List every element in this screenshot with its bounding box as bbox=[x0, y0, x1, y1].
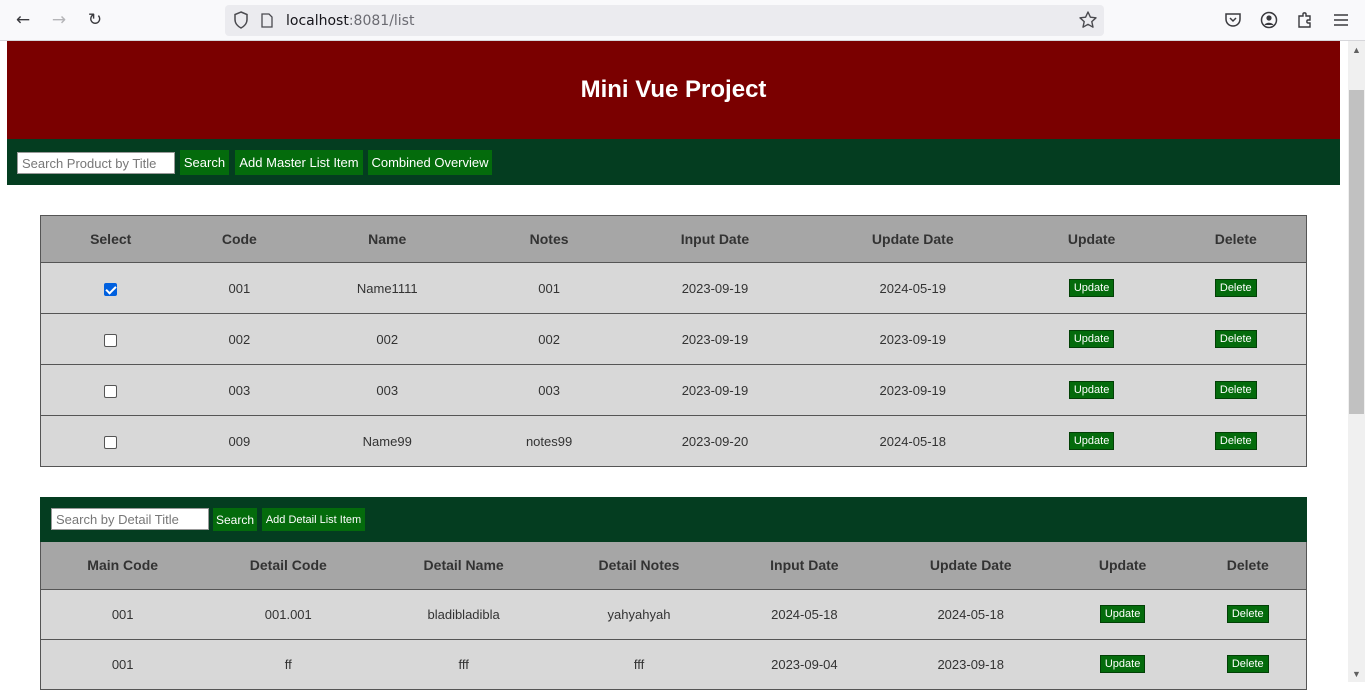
detail-search-button[interactable]: Search bbox=[213, 508, 257, 531]
column-header: Main Code bbox=[40, 542, 205, 590]
add-detail-item-button[interactable]: Add Detail List Item bbox=[262, 508, 365, 531]
detail-table-header: Main Code Detail Code Detail Name Detail… bbox=[40, 542, 1307, 590]
update-date-cell: 2024-05-19 bbox=[807, 262, 1018, 314]
detail-search-input[interactable] bbox=[51, 508, 209, 530]
column-header: Update bbox=[1017, 215, 1166, 263]
row-select-checkbox[interactable] bbox=[104, 384, 118, 398]
row-select-checkbox[interactable] bbox=[104, 333, 118, 347]
delete-button[interactable]: Delete bbox=[1214, 381, 1257, 399]
page-icon bbox=[261, 13, 273, 28]
code-cell: 009 bbox=[180, 415, 299, 467]
column-header: Notes bbox=[476, 215, 623, 263]
add-master-item-button[interactable]: Add Master List Item bbox=[235, 150, 363, 175]
input-date-cell: 2024-05-18 bbox=[722, 589, 886, 640]
menu-icon[interactable] bbox=[1331, 10, 1351, 30]
notes-cell: notes99 bbox=[476, 415, 623, 467]
main-code-cell: 001 bbox=[40, 589, 205, 640]
scroll-down-icon[interactable]: ▼ bbox=[1348, 665, 1365, 682]
address-bar[interactable]: localhost:8081/list bbox=[225, 5, 1104, 36]
column-header: Detail Notes bbox=[555, 542, 723, 590]
name-cell: Name1111 bbox=[298, 262, 477, 314]
code-cell: 001 bbox=[180, 262, 299, 314]
row-select-checkbox[interactable] bbox=[104, 282, 118, 296]
update-button[interactable]: Update bbox=[1099, 605, 1146, 623]
table-row[interactable]: 002 002 002 2023-09-19 2023-09-19 Update… bbox=[40, 313, 1307, 365]
forward-icon[interactable]: → bbox=[47, 8, 71, 32]
shield-icon[interactable] bbox=[233, 11, 249, 29]
table-row[interactable]: 001 Name1111 001 2023-09-19 2024-05-19 U… bbox=[40, 262, 1307, 314]
pocket-icon[interactable] bbox=[1223, 10, 1243, 30]
notes-cell: 001 bbox=[476, 262, 623, 314]
update-date-cell: 2023-09-19 bbox=[807, 364, 1018, 416]
table-row[interactable]: 001 001.001 bladibladibla yahyahyah 2024… bbox=[40, 589, 1307, 640]
account-icon[interactable] bbox=[1259, 10, 1279, 30]
detail-notes-cell: yahyahyah bbox=[555, 589, 723, 640]
product-search-input[interactable] bbox=[17, 152, 175, 174]
scroll-up-icon[interactable]: ▲ bbox=[1348, 41, 1365, 58]
update-button[interactable]: Update bbox=[1068, 330, 1115, 348]
column-header: Update bbox=[1055, 542, 1190, 590]
column-header: Detail Code bbox=[204, 542, 373, 590]
master-table-header: Select Code Name Notes Input Date Update… bbox=[40, 215, 1307, 263]
delete-button[interactable]: Delete bbox=[1214, 279, 1257, 297]
extensions-icon[interactable] bbox=[1295, 10, 1315, 30]
page-title: Mini Vue Project bbox=[580, 76, 767, 103]
column-header: Input Date bbox=[622, 215, 808, 263]
browser-toolbar: ← → ↻ localhost:8081/list bbox=[0, 0, 1365, 41]
name-cell: Name99 bbox=[298, 415, 477, 467]
name-cell: 003 bbox=[298, 364, 477, 416]
column-header: Name bbox=[298, 215, 477, 263]
combined-overview-button[interactable]: Combined Overview bbox=[368, 150, 492, 175]
table-row[interactable]: 003 003 003 2023-09-19 2023-09-19 Update… bbox=[40, 364, 1307, 416]
product-search-button[interactable]: Search bbox=[180, 150, 229, 175]
master-table: Select Code Name Notes Input Date Update… bbox=[40, 215, 1307, 467]
detail-toolbar: Search Add Detail List Item bbox=[40, 497, 1307, 542]
update-button[interactable]: Update bbox=[1068, 432, 1115, 450]
update-button[interactable]: Update bbox=[1068, 381, 1115, 399]
update-date-cell: 2024-05-18 bbox=[885, 589, 1056, 640]
column-header: Delete bbox=[1165, 215, 1307, 263]
name-cell: 002 bbox=[298, 313, 477, 365]
column-header: Code bbox=[180, 215, 299, 263]
update-button[interactable]: Update bbox=[1099, 655, 1146, 673]
reload-icon[interactable]: ↻ bbox=[83, 8, 107, 32]
input-date-cell: 2023-09-19 bbox=[622, 364, 808, 416]
delete-button[interactable]: Delete bbox=[1214, 432, 1257, 450]
notes-cell: 003 bbox=[476, 364, 623, 416]
bookmark-star-icon[interactable] bbox=[1078, 10, 1098, 30]
page-header: Mini Vue Project bbox=[7, 41, 1340, 139]
detail-name-cell: bladibladibla bbox=[372, 589, 556, 640]
update-button[interactable]: Update bbox=[1068, 279, 1115, 297]
scroll-thumb[interactable] bbox=[1349, 90, 1364, 414]
url-text: localhost:8081/list bbox=[286, 13, 415, 29]
delete-button[interactable]: Delete bbox=[1214, 330, 1257, 348]
input-date-cell: 2023-09-20 bbox=[622, 415, 808, 467]
detail-code-cell: 001.001 bbox=[204, 589, 373, 640]
master-toolbar: Search Add Master List Item Combined Ove… bbox=[7, 139, 1340, 185]
column-header: Update Date bbox=[885, 542, 1056, 590]
delete-button[interactable]: Delete bbox=[1226, 655, 1269, 673]
column-header: Delete bbox=[1189, 542, 1307, 590]
code-cell: 002 bbox=[180, 313, 299, 365]
input-date-cell: 2023-09-19 bbox=[622, 313, 808, 365]
back-icon[interactable]: ← bbox=[11, 8, 35, 32]
delete-button[interactable]: Delete bbox=[1226, 605, 1269, 623]
column-header: Select bbox=[40, 215, 181, 263]
detail-table: Main Code Detail Code Detail Name Detail… bbox=[40, 542, 1307, 690]
notes-cell: 002 bbox=[476, 313, 623, 365]
table-row[interactable]: 009 Name99 notes99 2023-09-20 2024-05-18… bbox=[40, 415, 1307, 467]
column-header: Input Date bbox=[722, 542, 886, 590]
row-select-checkbox[interactable] bbox=[104, 435, 118, 449]
update-date-cell: 2024-05-18 bbox=[807, 415, 1018, 467]
code-cell: 003 bbox=[180, 364, 299, 416]
column-header: Update Date bbox=[807, 215, 1018, 263]
input-date-cell: 2023-09-19 bbox=[622, 262, 808, 314]
update-date-cell: 2023-09-19 bbox=[807, 313, 1018, 365]
column-header: Detail Name bbox=[372, 542, 556, 590]
